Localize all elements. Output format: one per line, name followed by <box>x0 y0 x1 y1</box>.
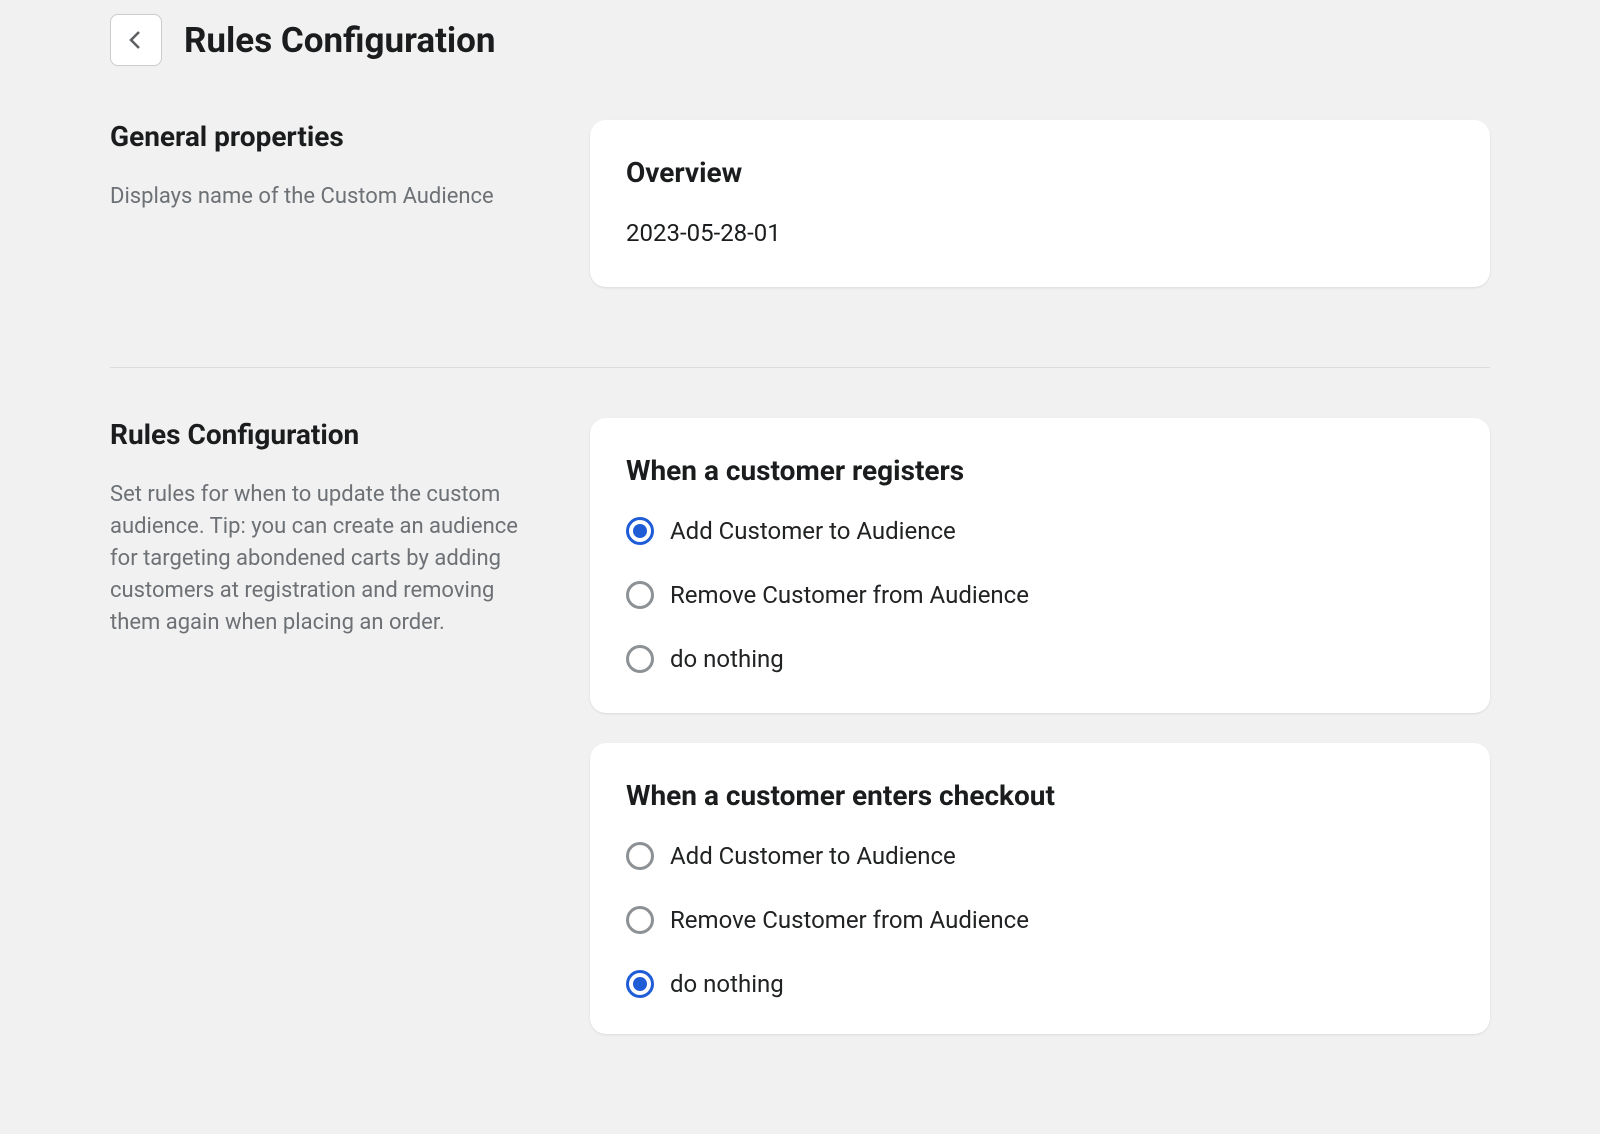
radio-dot-icon <box>633 524 647 538</box>
page-title: Rules Configuration <box>184 20 496 61</box>
radio-circle-icon <box>626 842 654 870</box>
radio-label: Add Customer to Audience <box>670 842 956 870</box>
customer-checkout-card: When a customer enters checkout Add Cust… <box>590 743 1490 1034</box>
radio-circle-icon <box>626 970 654 998</box>
radio-registers-remove[interactable]: Remove Customer from Audience <box>626 581 1454 609</box>
radio-checkout-remove[interactable]: Remove Customer from Audience <box>626 906 1454 934</box>
rules-config-desc: Set rules for when to update the custom … <box>110 479 530 638</box>
customer-registers-title: When a customer registers <box>626 454 1454 487</box>
overview-card-title: Overview <box>626 156 1454 189</box>
rules-config-title: Rules Configuration <box>110 418 530 451</box>
general-properties-title: General properties <box>110 120 530 153</box>
page-container: Rules Configuration General properties D… <box>0 0 1600 1084</box>
radio-registers-nothing[interactable]: do nothing <box>626 645 1454 673</box>
customer-registers-card: When a customer registers Add Customer t… <box>590 418 1490 713</box>
general-properties-content: Overview 2023-05-28-01 <box>590 120 1490 317</box>
radio-label: Remove Customer from Audience <box>670 906 1029 934</box>
customer-checkout-title: When a customer enters checkout <box>626 779 1454 812</box>
arrow-left-icon <box>124 28 148 52</box>
radio-circle-icon <box>626 517 654 545</box>
radio-checkout-nothing[interactable]: do nothing <box>626 970 1454 998</box>
page-header: Rules Configuration <box>110 14 1490 66</box>
general-properties-desc: Displays name of the Custom Audience <box>110 181 530 213</box>
radio-circle-icon <box>626 906 654 934</box>
rules-config-section: Rules Configuration Set rules for when t… <box>110 418 1490 1084</box>
radio-dot-icon <box>633 977 647 991</box>
radio-label: Remove Customer from Audience <box>670 581 1029 609</box>
overview-card-value: 2023-05-28-01 <box>626 219 1454 247</box>
radio-checkout-add[interactable]: Add Customer to Audience <box>626 842 1454 870</box>
rules-config-sidebar: Rules Configuration Set rules for when t… <box>110 418 530 1034</box>
radio-circle-icon <box>626 581 654 609</box>
general-properties-sidebar: General properties Displays name of the … <box>110 120 530 317</box>
back-button[interactable] <box>110 14 162 66</box>
radio-circle-icon <box>626 645 654 673</box>
radio-registers-add[interactable]: Add Customer to Audience <box>626 517 1454 545</box>
radio-label: Add Customer to Audience <box>670 517 956 545</box>
radio-label: do nothing <box>670 970 784 998</box>
rules-config-content: When a customer registers Add Customer t… <box>590 418 1490 1034</box>
overview-card: Overview 2023-05-28-01 <box>590 120 1490 287</box>
general-properties-section: General properties Displays name of the … <box>110 120 1490 368</box>
radio-label: do nothing <box>670 645 784 673</box>
